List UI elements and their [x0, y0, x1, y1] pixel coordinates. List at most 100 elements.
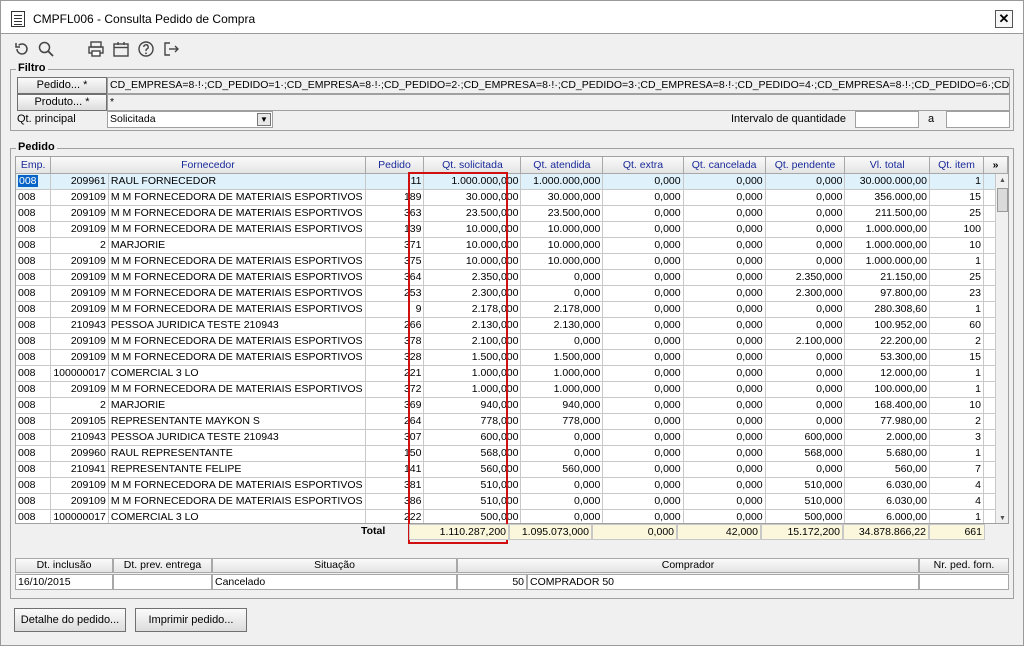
scroll-thumb[interactable] [997, 188, 1008, 212]
total-vl-total: 34.878.866,22 [843, 524, 929, 540]
table-cell: 328 [365, 349, 425, 366]
total-qt-solicitada: 1.110.287,200 [409, 524, 509, 540]
table-row[interactable]: 008 210943 PESSOA JURIDICA TESTE 210943 266… [16, 317, 1008, 334]
scroll-down-icon[interactable]: ▼ [996, 512, 1008, 523]
table-cell: 008 [16, 237, 52, 254]
table-cell: 008 [16, 461, 52, 478]
totals-row: Total 1.110.287,200 1.095.073,000 0,000 … [15, 524, 1009, 540]
col-header-qt-extra[interactable]: Qt. extra [602, 157, 684, 174]
more-columns-button[interactable]: » [983, 157, 1008, 174]
print-icon[interactable] [85, 38, 107, 60]
table-row[interactable]: 008 100000017 COMERCIAL 3 LO 221 1.000,000 1.… [16, 365, 1008, 382]
vertical-scrollbar[interactable]: ▲ ▼ [995, 174, 1008, 523]
table-cell: 100.000,00 [844, 381, 930, 398]
calendar-icon[interactable] [110, 38, 132, 60]
table-cell: 940,000 [423, 397, 522, 414]
table-cell: M M FORNECEDORA DE MATERIAIS ESPORTIVOS [108, 269, 366, 286]
table-row[interactable]: 008 209109 M M FORNECEDORA DE MATERIAIS ES… [16, 189, 1008, 206]
table-cell: 10.000,000 [520, 221, 604, 238]
table-row[interactable]: 008 210943 PESSOA JURIDICA TESTE 210943 307… [16, 429, 1008, 446]
col-header-qt-atendida[interactable]: Qt. atendida [520, 157, 604, 174]
table-row[interactable]: 008 209109 M M FORNECEDORA DE MATERIAIS ES… [16, 349, 1008, 366]
table-cell: 209109 [50, 333, 109, 350]
table-cell: 23 [929, 285, 984, 302]
table-cell: 0,000 [765, 397, 846, 414]
pedido-filter-field[interactable]: CD_EMPRESA=8·!·;CD_PEDIDO=1·;CD_EMPRESA=… [107, 77, 1010, 94]
table-row[interactable]: 008 209109 M M FORNECEDORA DE MATERIAIS ES… [16, 205, 1008, 222]
dt-inclusao-header: Dt. inclusão [15, 558, 113, 573]
table-row[interactable]: 008 209109 M M FORNECEDORA DE MATERIAIS ES… [16, 285, 1008, 302]
table-cell: 0,000 [602, 173, 684, 190]
scroll-up-icon[interactable]: ▲ [996, 174, 1008, 187]
produto-filter-field[interactable]: * [107, 94, 1010, 111]
table-row[interactable]: 008 209109 M M FORNECEDORA DE MATERIAIS ES… [16, 253, 1008, 270]
filtro-group: Filtro Pedido... * CD_EMPRESA=8·!·;CD_PE… [10, 62, 1014, 131]
table-cell: 386 [365, 493, 425, 510]
intervalo-to-input[interactable] [946, 111, 1010, 128]
col-header-vl-total[interactable]: Vl. total [844, 157, 930, 174]
table-row[interactable]: 008 209105 REPRESENTANTE MAYKON S 264 778,00… [16, 413, 1008, 430]
col-header-qt-solicitada[interactable]: Qt. solicitada [423, 157, 522, 174]
col-header-fornecedor[interactable]: Fornecedor [50, 157, 366, 174]
col-header-pedido[interactable]: Pedido [365, 157, 425, 174]
table-cell: RAUL REPRESENTANTE [108, 445, 366, 462]
close-button[interactable]: ✕ [995, 10, 1013, 28]
pedido-filter-button[interactable]: Pedido... * [17, 77, 107, 94]
table-cell: M M FORNECEDORA DE MATERIAIS ESPORTIVOS [108, 285, 366, 302]
table-cell: 0,000 [683, 461, 766, 478]
table-cell: 940,000 [520, 397, 604, 414]
intervalo-from-input[interactable] [855, 111, 919, 128]
table-cell: 510,000 [423, 493, 522, 510]
col-header-qt-item[interactable]: Qt. item [929, 157, 984, 174]
table-cell: 008 [16, 477, 52, 494]
table-cell: 0,000 [520, 445, 604, 462]
table-row[interactable]: 008 209109 M M FORNECEDORA DE MATERIAIS ES… [16, 269, 1008, 286]
table-cell: 30.000,000 [520, 189, 604, 206]
pedido-grid[interactable]: Emp. Fornecedor Pedido Qt. solicitada Qt… [15, 156, 1009, 524]
table-row[interactable]: 008 100000017 COMERCIAL 3 LO 222 500,000 0,00… [16, 509, 1008, 523]
table-row[interactable]: 008 2 MARJORIE 371 10.000,000 10.000,000 0,000… [16, 237, 1008, 254]
table-row[interactable]: 008 2 MARJORIE 369 940,000 940,000 0,000 0,000 0… [16, 397, 1008, 414]
table-cell: 008 [16, 509, 52, 523]
table-row[interactable]: 008 209109 M M FORNECEDORA DE MATERIAIS ES… [16, 221, 1008, 238]
table-cell: 008 [16, 429, 52, 446]
col-header-emp[interactable]: Emp. [16, 157, 52, 174]
table-cell: 0,000 [683, 397, 766, 414]
table-row[interactable]: 008 209109 M M FORNECEDORA DE MATERIAIS ES… [16, 301, 1008, 318]
table-cell: 0,000 [683, 301, 766, 318]
table-cell: 0,000 [602, 253, 684, 270]
table-cell: 008 [16, 365, 52, 382]
help-icon[interactable] [135, 38, 157, 60]
table-cell: 10.000,000 [520, 253, 604, 270]
produto-filter-button[interactable]: Produto... * [17, 94, 107, 111]
col-header-qt-cancelada[interactable]: Qt. cancelada [683, 157, 766, 174]
table-cell: 0,000 [520, 269, 604, 286]
search-icon[interactable] [35, 38, 57, 60]
table-cell: 1.000.000,00 [844, 237, 930, 254]
table-row[interactable]: 008 209109 M M FORNECEDORA DE MATERIAIS ES… [16, 381, 1008, 398]
table-cell: 0,000 [602, 397, 684, 414]
refresh-icon[interactable] [11, 38, 33, 60]
table-row[interactable]: 008 209961 RAUL FORNECEDOR 11 1.000.000,000 1… [16, 173, 1008, 190]
table-row[interactable]: 008 210941 REPRESENTANTE FELIPE 141 560,000 5… [16, 461, 1008, 478]
table-cell: 0,000 [520, 509, 604, 523]
table-row[interactable]: 008 209109 M M FORNECEDORA DE MATERIAIS ES… [16, 493, 1008, 510]
table-cell: 210941 [50, 461, 109, 478]
table-cell: 500,000 [765, 509, 846, 523]
table-cell: 0,000 [765, 349, 846, 366]
table-cell: 364 [365, 269, 425, 286]
table-row[interactable]: 008 209109 M M FORNECEDORA DE MATERIAIS ES… [16, 477, 1008, 494]
table-cell: 008 [16, 269, 52, 286]
table-cell: 0,000 [765, 365, 846, 382]
table-cell: 150 [365, 445, 425, 462]
imprimir-pedido-button[interactable]: Imprimir pedido... [135, 608, 247, 632]
table-cell: 0,000 [602, 333, 684, 350]
detalhe-pedido-button[interactable]: Detalhe do pedido... [14, 608, 126, 632]
chevron-down-icon[interactable]: ▼ [257, 113, 271, 126]
qt-principal-select[interactable]: Solicitada ▼ [107, 111, 273, 128]
table-cell: 0,000 [602, 413, 684, 430]
exit-icon[interactable] [160, 38, 182, 60]
table-row[interactable]: 008 209960 RAUL REPRESENTANTE 150 568,000 0,0… [16, 445, 1008, 462]
table-row[interactable]: 008 209109 M M FORNECEDORA DE MATERIAIS ES… [16, 333, 1008, 350]
col-header-qt-pendente[interactable]: Qt. pendente [765, 157, 846, 174]
